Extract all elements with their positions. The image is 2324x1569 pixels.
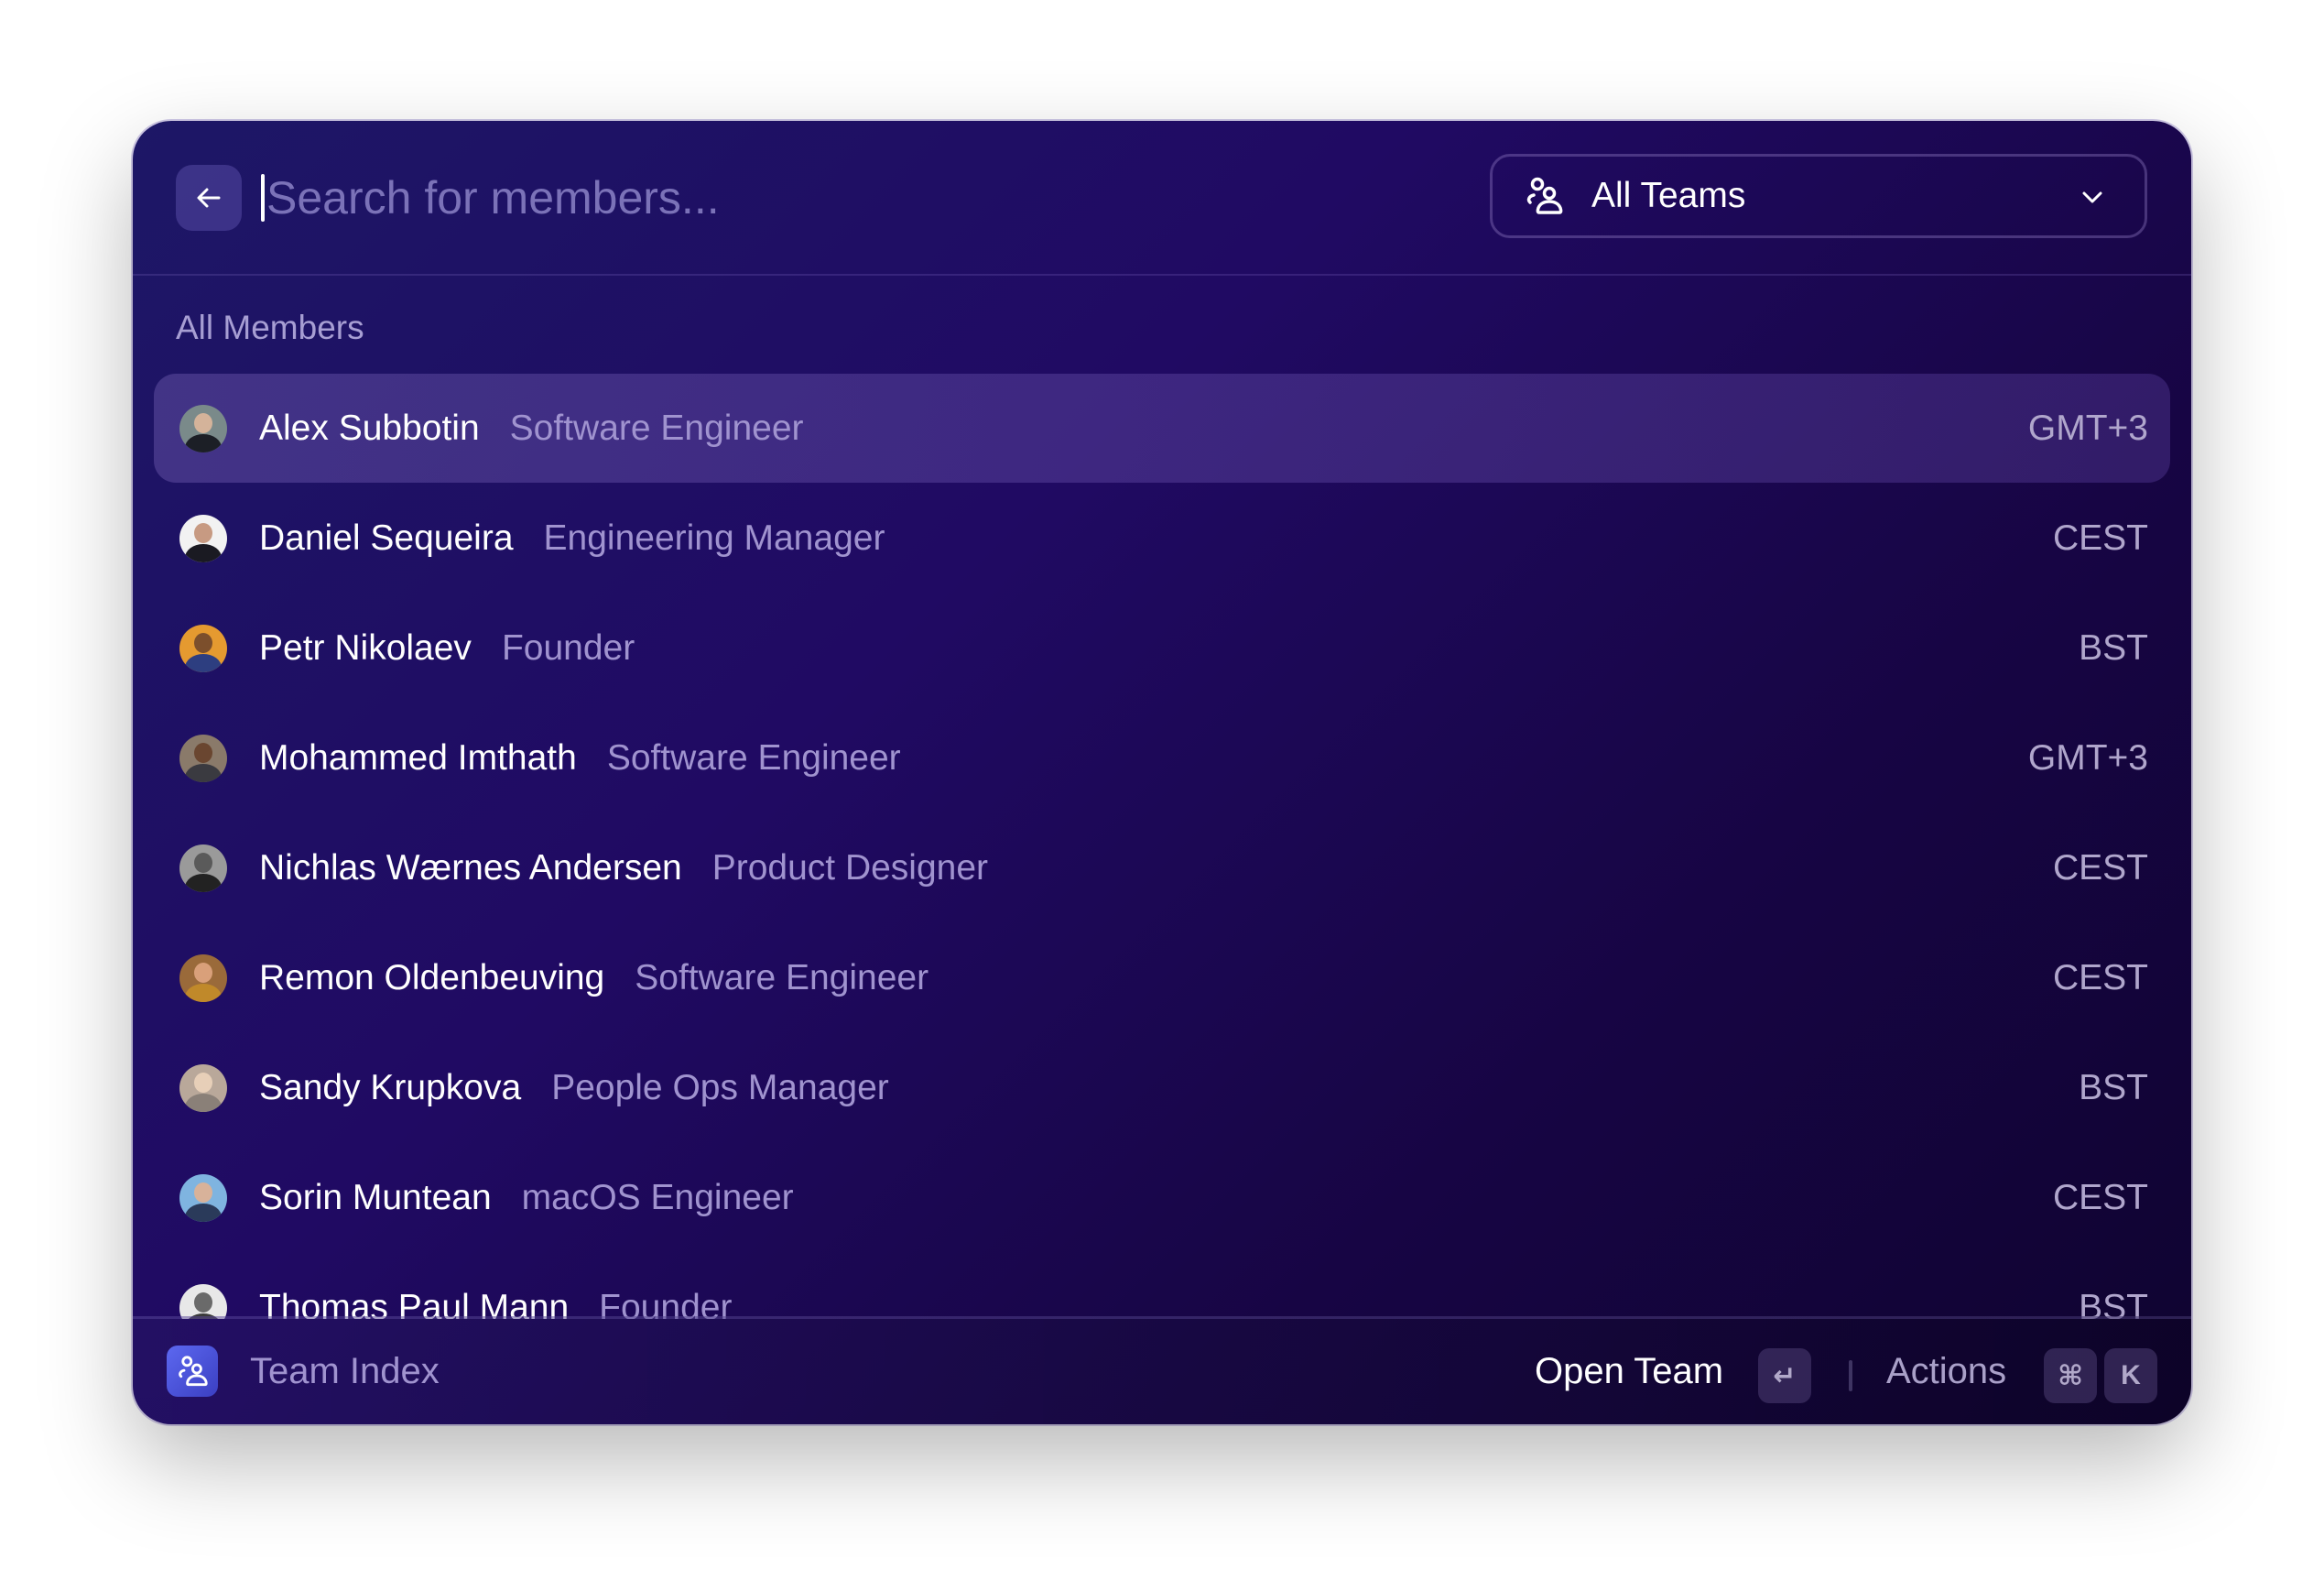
member-role: Software Engineer: [606, 737, 901, 778]
member-row[interactable]: Sorin Muntean macOS Engineer CEST: [154, 1143, 2170, 1252]
member-timezone: CEST: [2052, 518, 2148, 558]
member-row[interactable]: Nichlas Wærnes Andersen Product Designer C…: [154, 813, 2170, 922]
arrow-left-icon: [197, 188, 221, 208]
avatar: [179, 1283, 227, 1319]
search-header: All Teams: [133, 121, 2191, 276]
member-role: People Ops Manager: [551, 1067, 889, 1107]
avatar-body: [185, 653, 222, 672]
member-timezone: BST: [2079, 1287, 2148, 1320]
people-icon: [1524, 176, 1564, 216]
team-index-app-icon: [167, 1346, 218, 1397]
member-row[interactable]: Mohammed Imthath Software Engineer GMT+3: [154, 703, 2170, 812]
member-timezone: GMT+3: [2027, 737, 2148, 778]
app-name: Team Index: [250, 1351, 440, 1391]
avatar-head: [194, 1072, 212, 1093]
people-icon: [179, 1356, 208, 1387]
avatar: [179, 624, 227, 672]
team-filter-label: All Teams: [1591, 176, 1746, 215]
avatar: [179, 404, 227, 452]
avatar: [179, 514, 227, 562]
member-name: Sorin Muntean: [259, 1177, 492, 1217]
avatar-body: [185, 983, 222, 1002]
team-filter-dropdown[interactable]: All Teams: [1490, 154, 2147, 238]
member-row[interactable]: Alex Subbotin Software Engineer GMT+3: [154, 374, 2170, 483]
avatar-head: [194, 742, 212, 763]
avatar-head: [194, 412, 212, 433]
member-name: Daniel Sequeira: [259, 518, 514, 558]
open-team-button[interactable]: Open Team: [1535, 1351, 1723, 1392]
search-input[interactable]: [266, 171, 1365, 224]
member-name: Nichlas Wærnes Andersen: [259, 847, 682, 888]
avatar-head: [194, 962, 212, 983]
search-field[interactable]: [261, 161, 1451, 234]
member-name: Petr Nikolaev: [259, 627, 472, 668]
avatar: [179, 953, 227, 1002]
chevron-down-icon: [2082, 191, 2102, 203]
avatar-head: [194, 1291, 212, 1313]
avatar: [179, 844, 227, 892]
member-row[interactable]: Petr Nikolaev Founder BST: [154, 594, 2170, 703]
member-role: Founder: [501, 627, 635, 668]
member-role: Founder: [599, 1287, 733, 1320]
member-name: Mohammed Imthath: [259, 737, 577, 778]
member-timezone: CEST: [2052, 1177, 2148, 1217]
avatar-body: [185, 433, 222, 452]
member-row[interactable]: Thomas Paul Mann Founder BST: [154, 1253, 2170, 1319]
member-timezone: CEST: [2052, 847, 2148, 888]
command-key-icon: ⌘: [2044, 1348, 2097, 1403]
avatar-body: [185, 1203, 222, 1222]
member-list: Alex Subbotin Software Engineer GMT+3 Danie…: [154, 374, 2170, 1319]
member-timezone: BST: [2079, 627, 2148, 668]
text-caret: [261, 174, 265, 222]
avatar-head: [194, 522, 212, 543]
avatar-body: [185, 543, 222, 562]
member-name: Alex Subbotin: [259, 408, 480, 448]
avatar-head: [194, 1182, 212, 1203]
avatar: [179, 1173, 227, 1222]
member-timezone: CEST: [2052, 957, 2148, 997]
member-row[interactable]: Sandy Krupkova People Ops Manager BST: [154, 1033, 2170, 1142]
member-name: Sandy Krupkova: [259, 1067, 522, 1107]
member-role: Software Engineer: [509, 408, 804, 448]
footer-divider: [1849, 1360, 1852, 1391]
member-timezone: GMT+3: [2027, 408, 2148, 448]
team-index-window: All Teams All Members Alex Subbotin Softw…: [133, 121, 2191, 1424]
avatar-body: [185, 873, 222, 892]
avatar: [179, 1063, 227, 1112]
back-button[interactable]: [176, 165, 242, 231]
member-role: Product Designer: [711, 847, 989, 888]
member-name: Remon Oldenbeuving: [259, 957, 605, 997]
k-key: K: [2104, 1348, 2157, 1403]
member-role: macOS Engineer: [521, 1177, 794, 1217]
member-row[interactable]: Remon Oldenbeuving Software Engineer CEST: [154, 923, 2170, 1032]
member-role: Engineering Manager: [543, 518, 885, 558]
member-name: Thomas Paul Mann: [259, 1287, 570, 1320]
enter-key-icon: ↵: [1758, 1348, 1811, 1403]
member-row[interactable]: Daniel Sequeira Engineering Manager CEST: [154, 484, 2170, 593]
avatar-head: [194, 632, 212, 653]
member-role: Software Engineer: [635, 957, 929, 997]
avatar-head: [194, 852, 212, 873]
actions-button[interactable]: Actions: [1886, 1351, 2006, 1392]
section-title: All Members: [176, 309, 364, 346]
avatar-body: [185, 763, 222, 782]
action-bar: Team Index Open Team ↵ Actions ⌘ K: [133, 1316, 2191, 1424]
avatar-body: [185, 1093, 222, 1112]
avatar: [179, 734, 227, 782]
member-timezone: BST: [2079, 1067, 2148, 1107]
